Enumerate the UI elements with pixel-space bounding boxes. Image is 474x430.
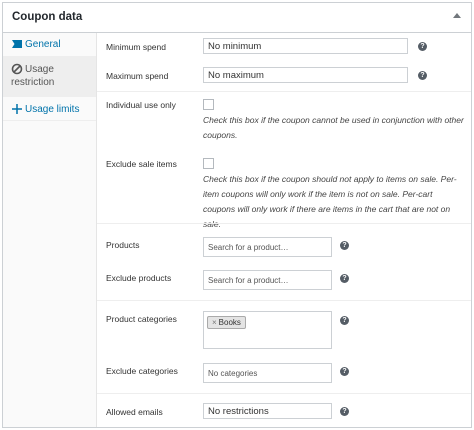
exclude-products-search-input[interactable]: Search for a product…	[203, 270, 332, 290]
tab-usage-limits-label: Usage limits	[25, 104, 80, 115]
divider	[97, 91, 471, 92]
collapse-toggle-icon[interactable]	[453, 13, 461, 18]
tab-usage-limits[interactable]: Usage limits	[3, 97, 96, 121]
exclude-products-help-icon[interactable]: ?	[340, 274, 349, 283]
category-tag-label: Books	[218, 318, 241, 327]
maximum-spend-label: Maximum spend	[106, 71, 169, 81]
individual-use-description: Check this box if the coupon cannot be u…	[203, 115, 464, 140]
panel-title: Coupon data	[12, 11, 83, 23]
usage-restriction-panel: Minimum spend No minimum ? Maximum spend…	[97, 33, 471, 427]
minimum-spend-label: Minimum spend	[106, 42, 166, 52]
plus-icon	[11, 103, 23, 115]
coupon-tabs: General Usage restriction Usage limits	[3, 33, 97, 427]
individual-use-checkbox[interactable]	[203, 99, 214, 110]
product-categories-help-icon[interactable]: ?	[340, 316, 349, 325]
divider	[97, 393, 471, 394]
exclude-products-label: Exclude products	[106, 273, 172, 283]
exclude-categories-input[interactable]: No categories	[203, 363, 332, 383]
allowed-emails-label: Allowed emails	[106, 407, 163, 417]
tab-general[interactable]: General	[3, 33, 96, 57]
allowed-emails-help-icon[interactable]: ?	[340, 407, 349, 416]
minimum-spend-help-icon[interactable]: ?	[418, 42, 427, 51]
product-categories-label: Product categories	[106, 314, 177, 324]
exclude-sale-label: Exclude sale items	[106, 159, 177, 169]
exclude-categories-label: Exclude categories	[106, 366, 178, 376]
tab-general-label: General	[25, 39, 61, 50]
coupon-data-panel: Coupon data General Usage restriction Us…	[2, 2, 472, 428]
minimum-spend-input[interactable]: No minimum	[203, 38, 408, 54]
ticket-icon	[11, 38, 23, 50]
remove-tag-icon[interactable]: ×	[212, 318, 217, 327]
tab-usage-restriction[interactable]: Usage restriction	[3, 57, 96, 97]
exclude-sale-checkbox[interactable]	[203, 158, 214, 169]
divider	[97, 300, 471, 301]
tab-usage-restriction-label: Usage restriction	[11, 64, 55, 88]
products-help-icon[interactable]: ?	[340, 241, 349, 250]
allowed-emails-input[interactable]: No restrictions	[203, 403, 332, 419]
maximum-spend-help-icon[interactable]: ?	[418, 71, 427, 80]
maximum-spend-input[interactable]: No maximum	[203, 67, 408, 83]
divider	[97, 223, 471, 224]
panel-header: Coupon data	[3, 3, 471, 33]
products-search-input[interactable]: Search for a product…	[203, 237, 332, 257]
individual-use-label: Individual use only	[106, 100, 176, 110]
products-label: Products	[106, 240, 140, 250]
category-tag-books[interactable]: × Books	[207, 316, 246, 329]
exclude-categories-help-icon[interactable]: ?	[340, 367, 349, 376]
